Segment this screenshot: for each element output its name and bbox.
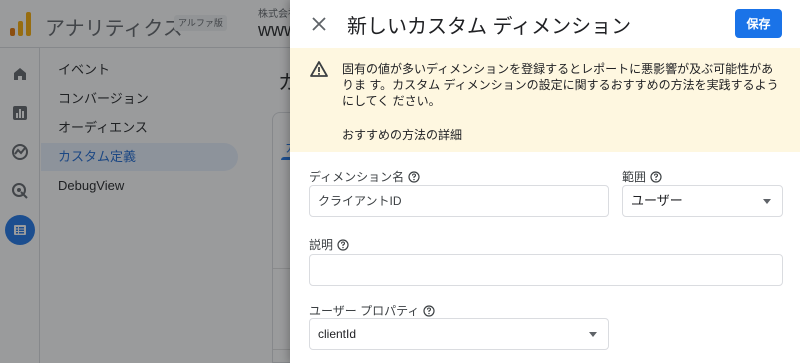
help-icon[interactable] [423,304,435,317]
dimension-name-label-text: ディメンション名 [309,170,405,184]
dimension-name-label: ディメンション名 [309,168,420,185]
drawer-header: 新しいカスタム ディメンション 保存 [290,0,800,48]
description-input[interactable] [309,254,783,286]
description-label: 説明 [309,236,349,253]
help-icon[interactable] [337,238,349,251]
dropdown-arrow-icon [763,199,771,204]
user-property-label: ユーザー プロパティ [309,302,435,319]
user-property-label-text: ユーザー プロパティ [309,304,420,318]
custom-dimension-drawer: 新しいカスタム ディメンション 保存 固有の値が多いディメンションを登録するとレ… [290,0,800,363]
save-button[interactable]: 保存 [735,9,782,38]
description-label-text: 説明 [309,238,334,252]
close-button[interactable] [308,13,330,35]
close-icon [312,17,326,31]
help-icon[interactable] [650,170,662,183]
help-icon[interactable] [408,170,420,183]
warning-text: 固有の値が多いディメンションを登録するとレポートに悪影響が及ぶ可能性がありま す… [342,62,779,108]
scope-select[interactable]: ユーザー [622,185,783,217]
scope-label: 範囲 [622,168,662,185]
user-property-select-value: clientId [318,327,357,341]
drawer-title: 新しいカスタム ディメンション [347,16,632,38]
dropdown-arrow-icon [589,332,597,337]
scope-select-value: ユーザー [631,193,683,208]
warning-icon [310,61,328,77]
warning-banner: 固有の値が多いディメンションを登録するとレポートに悪影響が及ぶ可能性がありま す… [290,48,800,152]
user-property-select[interactable]: clientId [309,318,609,350]
best-practices-link[interactable]: おすすめの方法の詳細 [342,126,462,143]
scope-label-text: 範囲 [622,170,647,184]
dimension-name-input[interactable]: クライアントID [309,185,609,217]
